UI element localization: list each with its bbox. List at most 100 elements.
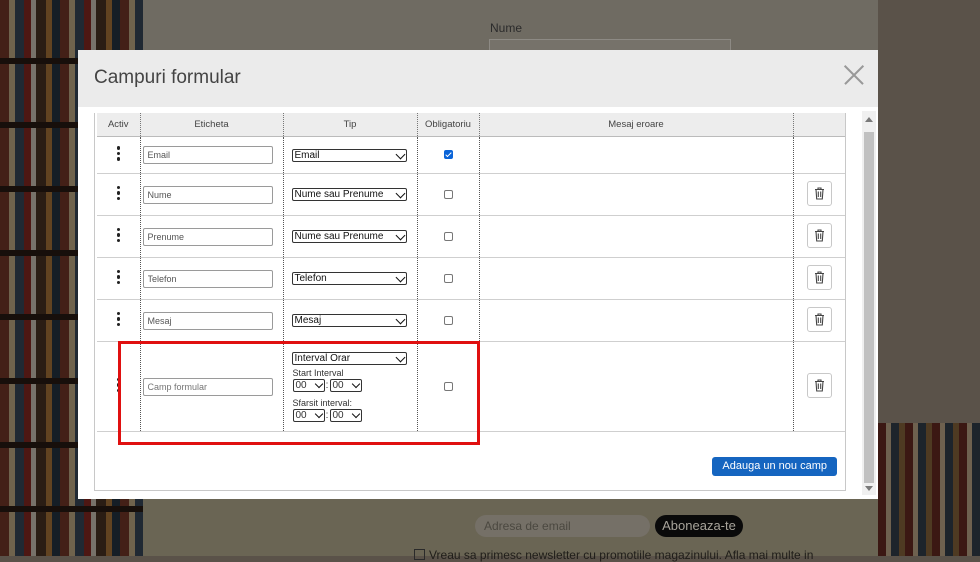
delete-field-button[interactable]	[806, 306, 832, 332]
field-type-select[interactable]: Email	[291, 148, 407, 162]
error-message-cell[interactable]	[478, 257, 793, 300]
delete-field-button[interactable]	[806, 372, 832, 398]
table-row-custom-field: Interval Orar Start Interval 00 : 00 Sfa…	[97, 341, 845, 432]
drag-handle-icon[interactable]	[116, 376, 120, 395]
time-separator: :	[325, 379, 329, 391]
chevron-down-icon	[351, 379, 360, 388]
trash-icon	[814, 228, 824, 242]
field-type-select[interactable]: Mesaj	[291, 314, 407, 327]
required-checkbox[interactable]	[443, 381, 453, 391]
drag-handle-icon[interactable]	[116, 310, 120, 329]
header-activ: Activ	[97, 113, 140, 137]
time-separator: :	[325, 409, 329, 421]
start-hour-value: 00	[295, 379, 307, 391]
field-type-select[interactable]: Nume sau Prenume	[291, 188, 407, 201]
field-type-value: Mesaj	[294, 315, 322, 326]
drag-handle-icon[interactable]	[116, 184, 120, 203]
scroll-down-icon[interactable]	[865, 486, 873, 491]
drag-handle-icon[interactable]	[116, 226, 120, 245]
delete-field-button[interactable]	[806, 180, 832, 206]
chevron-down-icon	[351, 409, 360, 418]
drag-handle-icon[interactable]	[116, 144, 120, 163]
field-label-input[interactable]	[142, 146, 273, 164]
error-message-cell[interactable]	[478, 341, 793, 432]
error-message-cell[interactable]	[478, 215, 793, 258]
fields-scroll-area: Activ Eticheta Tip Obligatoriu Mesaj ero…	[94, 113, 846, 491]
end-minute-value: 00	[332, 409, 344, 421]
end-minute-select[interactable]: 00	[329, 408, 362, 422]
add-field-button[interactable]: Adauga un nou camp	[712, 457, 837, 476]
start-interval-label: Start Interval	[292, 367, 344, 378]
chevron-down-icon	[395, 314, 405, 325]
end-hour-value: 00	[295, 409, 307, 421]
chevron-down-icon	[395, 230, 405, 241]
field-label-input[interactable]	[142, 227, 273, 246]
field-type-value: Telefon	[294, 273, 327, 284]
field-type-select[interactable]: Telefon	[291, 272, 407, 285]
field-type-value: Nume sau Prenume	[294, 231, 384, 242]
header-mesaj-eroare: Mesaj eroare	[478, 113, 793, 137]
field-label-input[interactable]	[142, 269, 273, 288]
modal-header: Campuri formular	[78, 50, 878, 107]
header-obligatoriu: Obligatoriu	[416, 113, 479, 137]
modal-title: Campuri formular	[94, 67, 241, 88]
field-label-input[interactable]	[142, 311, 273, 330]
actions-cell	[792, 136, 845, 174]
newsletter-email-input: Adresa de email	[475, 515, 650, 537]
start-interval-row: 00 : 00	[292, 378, 417, 392]
header-eticheta: Eticheta	[139, 113, 283, 137]
table-row: Nume sau Prenume	[97, 173, 845, 216]
drag-handle-icon[interactable]	[116, 268, 120, 287]
delete-field-button[interactable]	[806, 222, 832, 248]
background-nume-label: Nume	[490, 21, 523, 35]
table-row: Mesaj	[97, 299, 845, 342]
modal-body: Activ Eticheta Tip Obligatoriu Mesaj ero…	[78, 107, 878, 499]
end-interval-row: 00 : 00	[292, 408, 417, 422]
field-label-input[interactable]	[142, 185, 273, 204]
error-message-cell[interactable]	[478, 173, 793, 216]
required-checkbox[interactable]	[443, 150, 453, 160]
modal-scrollbar[interactable]	[862, 111, 876, 495]
required-checkbox[interactable]	[443, 189, 453, 199]
trash-icon	[814, 312, 824, 326]
fields-table: Activ Eticheta Tip Obligatoriu Mesaj ero…	[97, 113, 845, 432]
newsletter-consent-text: Vreau sa primesc newsletter cu promotiil…	[429, 548, 814, 562]
error-message-cell[interactable]	[478, 136, 793, 174]
required-checkbox[interactable]	[443, 273, 453, 283]
scrollbar-thumb[interactable]	[864, 132, 874, 483]
header-tip: Tip	[282, 113, 417, 137]
table-header-row: Activ Eticheta Tip Obligatoriu Mesaj ero…	[97, 113, 845, 137]
field-type-value: Email	[294, 149, 320, 161]
interval-settings: Interval Orar Start Interval 00 : 00 Sfa…	[284, 346, 417, 428]
chevron-down-icon	[395, 272, 405, 283]
chevron-down-icon	[314, 379, 323, 388]
delete-field-button[interactable]	[806, 264, 832, 290]
form-fields-modal: Campuri formular Activ Eticheta Tip Obli…	[78, 50, 878, 499]
chevron-down-icon	[395, 149, 405, 159]
end-hour-select[interactable]: 00	[292, 408, 325, 422]
header-actions	[792, 113, 845, 137]
required-checkbox[interactable]	[443, 315, 453, 325]
newsletter-checkbox	[414, 549, 425, 560]
error-message-cell[interactable]	[478, 299, 793, 342]
field-label-input[interactable]	[142, 377, 273, 396]
field-type-select[interactable]: Interval Orar	[291, 351, 407, 365]
scroll-up-icon[interactable]	[865, 117, 873, 122]
newsletter-consent: Vreau sa primesc newsletter cu promotiil…	[414, 548, 813, 562]
required-checkbox[interactable]	[443, 231, 453, 241]
background-bookshelf-right	[878, 423, 980, 556]
table-row: Telefon	[97, 257, 845, 300]
trash-icon	[814, 270, 824, 284]
start-hour-select[interactable]: 00	[292, 378, 325, 392]
field-type-value: Nume sau Prenume	[294, 189, 384, 200]
start-minute-value: 00	[332, 379, 344, 391]
chevron-down-icon	[314, 409, 323, 418]
chevron-down-icon	[395, 352, 405, 362]
table-row: Email	[97, 136, 845, 174]
close-icon[interactable]	[843, 64, 865, 86]
end-interval-label: Sfarsit interval:	[292, 397, 353, 408]
start-minute-select[interactable]: 00	[329, 378, 362, 392]
subscribe-button: Aboneaza-te	[655, 515, 743, 537]
chevron-down-icon	[395, 188, 405, 199]
field-type-select[interactable]: Nume sau Prenume	[291, 230, 407, 243]
